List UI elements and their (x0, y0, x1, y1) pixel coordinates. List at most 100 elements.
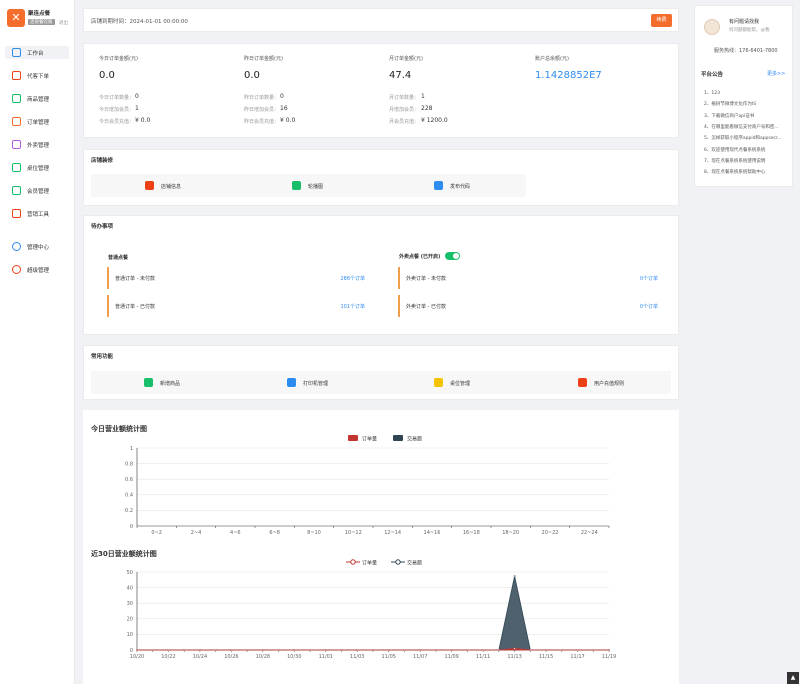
x-tick-label: 11/19 (602, 654, 616, 660)
todo-label: 普通订单 - 已付款 (115, 304, 155, 310)
point-订单量-11/12 (497, 648, 500, 651)
decoration-label: 发布代码 (450, 184, 471, 190)
todo-title: 待办事项 (91, 224, 114, 230)
point-订单量-11/11 (482, 648, 485, 651)
stat-row-value: ¥ 1200.0 (421, 117, 448, 124)
nav-item-5[interactable]: 外卖管理 (5, 138, 69, 151)
todo-count-link[interactable]: 101个订单 (340, 303, 365, 310)
logout-link[interactable]: 退出 (59, 20, 68, 26)
stat-row-value: 228 (421, 105, 433, 112)
nav-label: 商品管理 (27, 97, 50, 103)
stat-title: 月订单金额(元) (389, 56, 423, 62)
stat-row-label: 月增加会员： (389, 107, 420, 113)
x-tick-label: 16~18 (463, 530, 480, 536)
notice-title: 平台公告 (701, 72, 724, 78)
x-tick-label: 11/01 (319, 654, 333, 660)
renew-button[interactable]: 续费 (651, 14, 672, 27)
nav-item-8[interactable]: 营销工具 (5, 207, 69, 220)
x-tick-label: 11/11 (476, 654, 490, 660)
nav-item-4[interactable]: 订单管理 (5, 115, 69, 128)
nav-item-6[interactable]: 桌位管理 (5, 161, 69, 174)
contact-subtitle: 何问题都能帮，@我 (729, 28, 770, 33)
decoration-title: 店铺装修 (91, 158, 114, 164)
todo-label: 普通订单 - 未付款 (115, 276, 155, 282)
table-icon (434, 378, 443, 387)
nav-label: 营销工具 (27, 212, 50, 218)
legend-label: 订单量 (362, 560, 377, 567)
today-revenue-chart: 订单量 交易额 0 0.2 0.4 0.6 0.8 1 0~2 2~4 4~6 6~8 8~10 10~1… (125, 435, 610, 536)
stat-row-label: 昨日订单数量： (244, 95, 280, 101)
support-avatar (704, 19, 720, 35)
notice-item[interactable]: 2、植树节微博文化作为IS (704, 101, 790, 107)
more-link[interactable]: 更多>> (767, 70, 785, 77)
point-交易额-11/13 (513, 575, 516, 578)
shop-decoration-card: 店铺装修 店铺信息 轮播图 发布代码 (83, 149, 679, 206)
point-订单量-10/21 (151, 648, 154, 651)
stat-row-value: 1 (135, 105, 139, 112)
decoration-item-1[interactable]: 店铺信息 (145, 181, 225, 191)
point-订单量-11/04 (372, 648, 375, 651)
decoration-item-2[interactable]: 轮播图 (292, 181, 372, 191)
legend-swatch (348, 435, 358, 441)
todo-count-link[interactable]: 286个订单 (340, 275, 365, 282)
shopping-bag-icon (12, 94, 21, 103)
point-订单量-10/29 (277, 648, 280, 651)
todo-item[interactable]: 普通订单 - 未付款 286个订单 (107, 267, 365, 289)
notice-item[interactable]: 3、下载微信商户api证书 (704, 113, 790, 119)
todo-item[interactable]: 普通订单 - 已付款 101个订单 (107, 295, 365, 317)
point-订单量-11/17 (576, 648, 579, 651)
common-item-3[interactable]: 桌位管理 (434, 378, 524, 388)
x-tick-label: 14~16 (424, 530, 441, 536)
legend-label: 交易额 (407, 436, 422, 443)
nav-label: 外卖管理 (27, 143, 50, 149)
brand-name: 聚连点餐 (28, 11, 51, 17)
point-订单量-10/26 (230, 648, 233, 651)
todo-count-link[interactable]: 0个订单 (640, 275, 658, 282)
x-tick-label: 2~4 (191, 530, 202, 536)
takeout-toggle[interactable] (445, 252, 460, 260)
stat-row-value: 0 (135, 93, 139, 100)
nav-item-1[interactable]: 工作台 (5, 46, 69, 59)
decoration-row: 店铺信息 轮播图 发布代码 (91, 174, 526, 197)
nav-item-7[interactable]: 会员管理 (5, 184, 69, 197)
point-订单量-10/22 (167, 648, 170, 651)
notice-item[interactable]: 8、现在点餐系统系统帮助中心 (704, 169, 790, 175)
todo-label: 外卖订单 - 已付款 (406, 304, 446, 310)
notice-item[interactable]: 5、怎样获取小程序appid和appsecr... (704, 135, 790, 141)
nav-label: 桌位管理 (27, 166, 50, 172)
point-订单量-10/24 (198, 648, 201, 651)
decoration-item-3[interactable]: 发布代码 (434, 181, 514, 191)
x-tick-label: 11/15 (539, 654, 553, 660)
contact-title: 有问题请找我 (729, 19, 760, 25)
x-tick-label: 10/26 (224, 654, 238, 660)
takeout-order-title: 外卖点餐 (已开启) (399, 254, 441, 260)
image-icon (292, 181, 301, 190)
point-订单量-11/08 (434, 648, 437, 651)
nav-item-2[interactable]: 代客下单 (5, 69, 69, 82)
todo-item[interactable]: 外卖订单 - 未付款 0个订单 (398, 267, 658, 289)
notice-item[interactable]: 6、欢迎使用现代点餐系统系统 (704, 147, 790, 153)
common-label: 打印机管理 (303, 381, 329, 387)
common-item-1[interactable]: 新增商品 (144, 378, 234, 388)
nav-item-3[interactable]: 商品管理 (5, 92, 69, 105)
y-tick-label: 0.2 (125, 508, 133, 514)
common-item-2[interactable]: 打印机管理 (287, 378, 377, 388)
notice-item[interactable]: 4、在哪里能看微信支付商户号和密... (704, 124, 790, 130)
todo-item[interactable]: 外卖订单 - 已付款 0个订单 (398, 295, 658, 317)
scroll-top-icon[interactable]: ▲ (787, 672, 799, 684)
common-item-4[interactable]: 用户充值规则 (578, 378, 668, 388)
y-tick-label: 40 (127, 585, 133, 591)
notice-item[interactable]: 1、123 (704, 90, 790, 96)
nav-item-10[interactable]: 超级管理 (5, 263, 69, 276)
todo-count-link[interactable]: 0个订单 (640, 303, 658, 310)
stat-value: 47.4 (389, 70, 412, 81)
grid-icon (12, 163, 21, 172)
point-订单量-11/10 (466, 648, 469, 651)
nav-item-9[interactable]: 管理中心 (5, 240, 69, 253)
notice-item[interactable]: 7、现在点餐系统系统使用说明 (704, 158, 790, 164)
edit-icon (12, 71, 21, 80)
nav-label: 订单管理 (27, 120, 50, 126)
y-tick-label: 0.8 (125, 461, 133, 467)
y-tick-label: 1 (130, 446, 133, 452)
x-tick-label: 10/22 (161, 654, 175, 660)
